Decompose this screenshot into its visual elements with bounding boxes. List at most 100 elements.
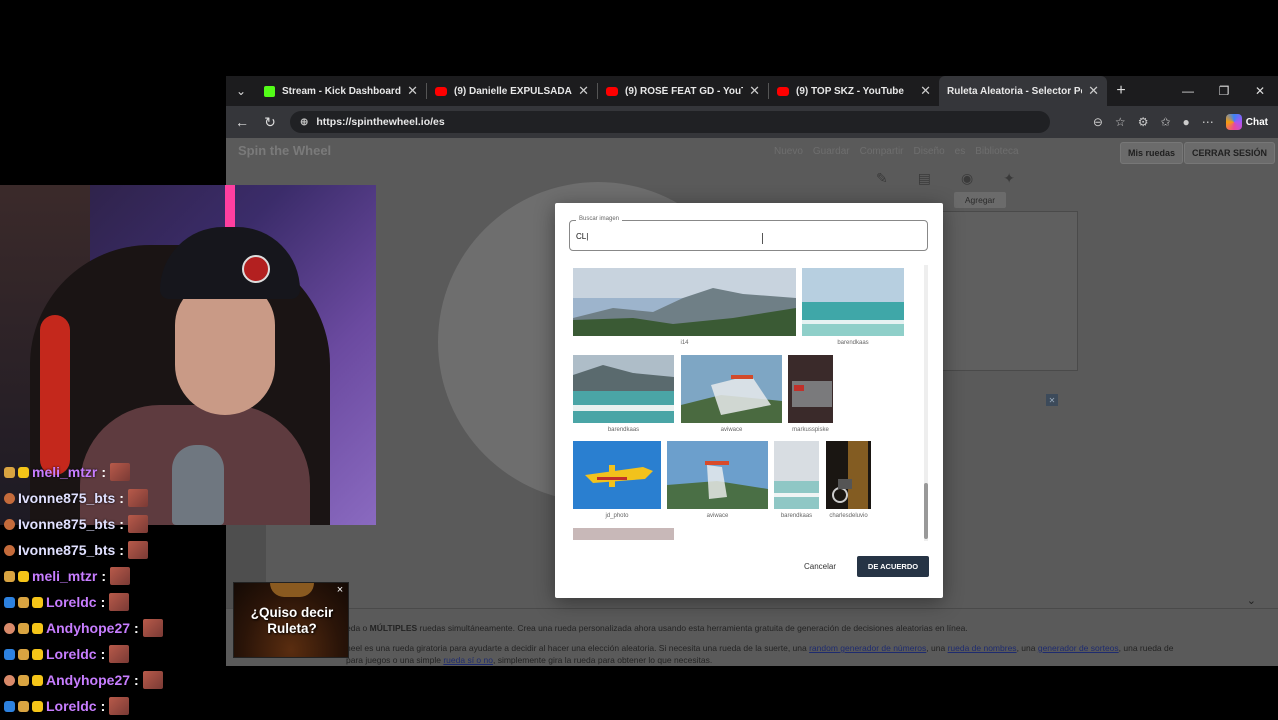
more-menu-icon[interactable]: ⋯ [1202,115,1214,129]
chat-username[interactable]: meli_mtzr [32,464,97,480]
clipboard-icon[interactable]: ▤ [918,170,931,187]
link-rueda-nombres[interactable]: rueda de nombres [948,643,1017,653]
url-field[interactable]: ⊕ https://spinthewheel.io/es [290,111,1050,133]
chat-separator: : [100,594,106,610]
link-generador-numeros[interactable]: random generador de números [809,643,926,653]
image-thumb[interactable]: jd_photo [573,441,661,519]
chat-username[interactable]: Ivonne875_bts [18,542,115,558]
image-beach [774,441,819,509]
pencil-icon[interactable]: ✎ [876,170,888,187]
image-car [788,355,833,423]
chat-label: Chat [1245,116,1268,128]
promo-close-icon[interactable]: × [334,584,346,596]
scrollbar-thumb[interactable] [924,483,928,539]
tab-youtube-rose[interactable]: (9) ROSÉ FEAT GD - YouTube ✕ [598,76,768,106]
chevron-down-icon[interactable]: ⌄ [1247,594,1256,607]
copilot-chat-button[interactable]: Chat [1225,114,1268,130]
tab-bar: ⌄ Stream - Kick Dashboard ✕ (9) Danielle… [226,76,1278,106]
color-palette-icon[interactable]: ✦ [1003,170,1015,187]
close-icon[interactable]: ✕ [1088,83,1099,99]
badge-icon [4,492,15,504]
close-icon[interactable]: ✕ [578,83,589,99]
hide-eye-icon[interactable]: ◉ [961,170,973,187]
link-rueda-si-no[interactable]: rueda sí o no [443,655,493,665]
close-icon[interactable]: ✕ [749,83,760,99]
description-line-3: para juegos o una simple rueda sí o no, … [346,655,712,665]
toolbar-icons: ⊖ ☆ ⚙ ✩ ● ⋯ Chat [1093,114,1278,130]
close-icon[interactable]: ✕ [920,83,931,99]
badge-icon [4,674,15,686]
ok-button[interactable]: DE ACUERDO [857,556,929,577]
chat-username[interactable]: Andyhope27 [46,620,130,636]
favorite-star-icon[interactable]: ☆ [1115,115,1126,129]
gallery-scrollbar[interactable] [924,265,928,541]
chat-separator: : [119,542,124,558]
roulette-icon [270,583,314,597]
image-thumb[interactable]: aviwace [681,355,782,433]
refresh-icon[interactable]: ↻ [256,114,284,131]
tab-search-chevron-icon[interactable]: ⌄ [226,76,256,106]
tab-youtube-skz[interactable]: (9) TOP SKZ - YouTube ✕ [769,76,939,106]
restore-icon[interactable]: ❐ [1206,76,1242,106]
extensions-icon[interactable]: ⚙ [1138,115,1149,129]
youtube-icon [777,86,789,96]
image-search-input[interactable] [576,229,916,243]
close-icon[interactable]: ✕ [407,83,418,99]
nav-guardar[interactable]: Guardar [813,146,850,157]
chat-username[interactable]: Ivonne875_bts [18,490,115,506]
image-thumb[interactable]: markusspiske [788,355,833,433]
text-segment: , una rueda de [1118,643,1174,653]
tab-label: (9) TOP SKZ - YouTube [796,85,904,97]
emote-icon [109,645,130,663]
image-thumb[interactable]: charlesdeluvio [826,441,871,519]
close-window-icon[interactable]: ✕ [1242,76,1278,106]
profile-avatar-icon[interactable]: ● [1183,115,1190,129]
close-small-icon[interactable]: ✕ [1046,394,1058,406]
nav-diseno[interactable]: Diseño [914,146,945,157]
nav-biblioteca[interactable]: Biblioteca [975,146,1018,157]
entries-textarea[interactable] [942,211,1078,371]
image-plane-drop [667,441,768,509]
chat-message: meli_mtzr: [4,564,131,588]
emote-icon [127,489,148,507]
image-yellow-plane [573,441,661,509]
image-thumb[interactable] [573,528,674,540]
new-tab-plus-icon[interactable]: + [1107,82,1135,100]
chat-username[interactable]: Loreldc [46,594,97,610]
image-thumb[interactable]: barendkaas [774,441,819,519]
site-info-icon[interactable]: ⊕ [300,117,308,128]
badge-icon [18,466,29,478]
image-search-field[interactable]: Buscar imagen [569,216,928,251]
cancel-button[interactable]: Cancelar [793,556,847,577]
chat-username[interactable]: meli_mtzr [32,568,97,584]
minimize-icon[interactable]: — [1170,76,1206,106]
site-logo[interactable]: Spin the Wheel [238,143,331,158]
cerrar-sesion-button[interactable]: CERRAR SESIÓN [1184,142,1276,164]
promo-line-2: Ruleta? [267,621,317,636]
tab-youtube-danielle[interactable]: (9) Danielle EXPULSADA de NE ✕ [427,76,597,106]
tab-ruleta-aleatoria[interactable]: Ruleta Aleatoria - Selector Pers ✕ [939,76,1107,106]
image-thumb[interactable]: aviwace [667,441,768,519]
chat-message: Andyhope27: [4,616,163,640]
link-generador-sorteos[interactable]: generador de sorteos [1038,643,1119,653]
chat-username[interactable]: Ivonne875_bts [18,516,115,532]
nav-compartir[interactable]: Compartir [860,146,904,157]
ruleta-promo[interactable]: × ¿Quiso decir Ruleta? [233,582,349,658]
image-thumb[interactable]: i14 [573,268,796,346]
description-line-1: eda o MÚLTIPLES ruedas simultáneamente. … [346,623,968,633]
zoom-icon[interactable]: ⊖ [1093,115,1103,129]
badge-icon [4,622,15,634]
chat-username[interactable]: Andyhope27 [46,672,130,688]
favorites-icon[interactable]: ✩ [1160,115,1170,129]
nav-language[interactable]: es [955,146,966,157]
chat-username[interactable]: Loreldc [46,646,97,662]
tab-kick-dashboard[interactable]: Stream - Kick Dashboard ✕ [256,76,426,106]
mis-ruedas-button[interactable]: Mis ruedas [1120,142,1184,164]
image-thumb[interactable]: barendkaas [573,355,674,433]
image-thumb[interactable]: barendkaas [802,268,904,346]
chat-message: Ivonne875_bts: [4,486,148,510]
nav-nuevo[interactable]: Nuevo [774,146,803,157]
chat-username[interactable]: Loreldc [46,698,97,714]
agregar-button[interactable]: Agregar [954,192,1006,208]
back-arrow-icon[interactable]: ← [228,114,256,130]
